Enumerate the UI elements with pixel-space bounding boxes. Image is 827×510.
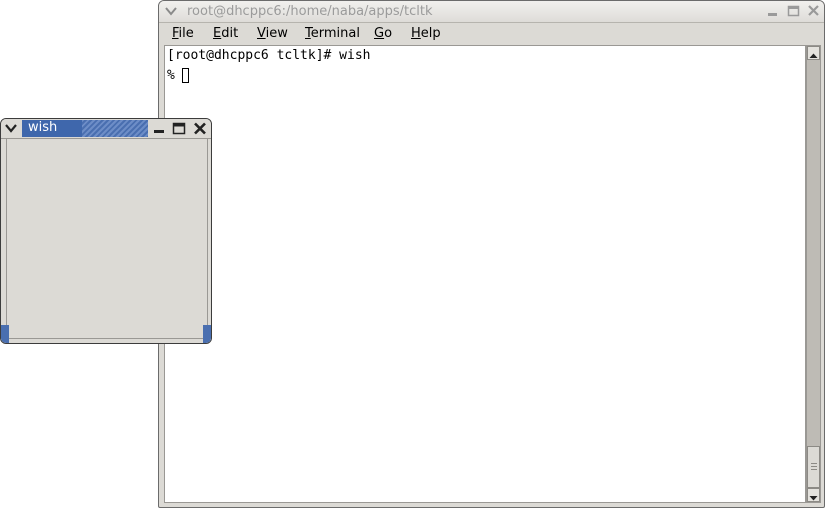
resize-handle-right[interactable]: [203, 325, 211, 343]
scroll-down-button[interactable]: [807, 488, 820, 502]
menu-terminal[interactable]: Terminal: [305, 26, 360, 41]
maximize-icon[interactable]: [786, 4, 801, 18]
scroll-up-button[interactable]: [807, 46, 820, 60]
menu-file[interactable]: File: [172, 26, 194, 41]
minimize-icon[interactable]: [151, 121, 167, 136]
scroll-thumb[interactable]: [807, 446, 820, 488]
desktop: root@dhcppc6:/home/naba/apps/tcltk File …: [0, 0, 827, 510]
wish-canvas[interactable]: [6, 139, 208, 341]
resize-handle-left[interactable]: [1, 325, 9, 343]
vertical-scrollbar[interactable]: [806, 45, 821, 503]
menu-view[interactable]: View: [257, 26, 288, 41]
close-icon[interactable]: [806, 4, 821, 18]
chevron-down-icon[interactable]: [163, 3, 179, 19]
terminal-cursor: [182, 68, 189, 83]
menu-edit[interactable]: Edit: [213, 26, 238, 41]
terminal-window: root@dhcppc6:/home/naba/apps/tcltk File …: [158, 0, 825, 508]
wish-window: wish: [0, 118, 212, 344]
minimize-icon[interactable]: [765, 4, 780, 18]
menu-go[interactable]: Go: [374, 26, 392, 41]
menu-help[interactable]: Help: [411, 26, 441, 41]
terminal-prompt: %: [167, 68, 175, 83]
terminal-titlebar[interactable]: root@dhcppc6:/home/naba/apps/tcltk: [159, 1, 824, 23]
terminal-title: root@dhcppc6:/home/naba/apps/tcltk: [187, 4, 433, 19]
maximize-icon[interactable]: [171, 121, 187, 136]
chevron-down-icon[interactable]: [3, 120, 19, 136]
terminal-text-area[interactable]: [root@dhcppc6 tcltk]# wish %: [164, 45, 806, 503]
wish-title: wish: [28, 120, 58, 135]
menubar: File Edit View Terminal Go Help: [159, 23, 824, 45]
terminal-line: [root@dhcppc6 tcltk]# wish: [167, 48, 371, 63]
arrow-up-icon: [809, 53, 818, 58]
arrow-down-icon: [809, 496, 818, 501]
wish-titlebar[interactable]: wish: [1, 119, 211, 139]
close-icon[interactable]: [192, 121, 208, 136]
wish-bottom-border[interactable]: [1, 338, 211, 343]
